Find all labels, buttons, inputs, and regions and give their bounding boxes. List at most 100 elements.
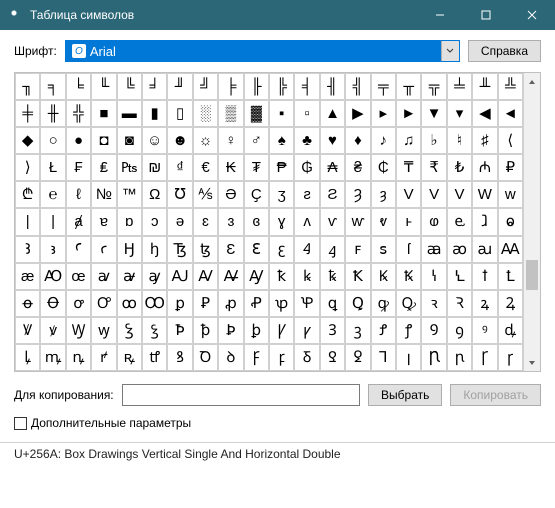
advanced-checkbox[interactable] [14, 417, 27, 430]
character-cell[interactable]: ◘ [91, 127, 116, 154]
character-cell[interactable]: ꜻ [117, 263, 142, 290]
font-select[interactable]: OArial [65, 40, 460, 62]
close-button[interactable] [509, 0, 555, 30]
character-cell[interactable]: ꝯ [447, 317, 472, 344]
character-cell[interactable]: Ꜫ [244, 236, 269, 263]
character-cell[interactable]: ⱹ [472, 208, 497, 235]
character-cell[interactable]: ꝏ [117, 290, 142, 317]
character-cell[interactable]: Ł [40, 154, 65, 181]
character-cell[interactable]: ▶ [345, 100, 370, 127]
character-cell[interactable]: ♫ [396, 127, 421, 154]
character-cell[interactable]: ꝺ [218, 344, 243, 371]
character-cell[interactable]: ꝁ [269, 263, 294, 290]
character-cell[interactable]: ꝫ [345, 317, 370, 344]
character-cell[interactable]: ꝑ [167, 290, 192, 317]
character-cell[interactable]: ₮ [244, 154, 269, 181]
character-cell[interactable]: ▲ [320, 100, 345, 127]
character-cell[interactable]: V [447, 181, 472, 208]
character-cell[interactable]: ╚ [117, 73, 142, 100]
character-cell[interactable]: ꝣ [142, 317, 167, 344]
character-cell[interactable]: ♭ [421, 127, 446, 154]
character-cell[interactable]: ꝉ [472, 263, 497, 290]
character-cell[interactable]: Ꜥ [66, 236, 91, 263]
character-cell[interactable]: ▾ [447, 100, 472, 127]
character-cell[interactable]: ꜥ [91, 236, 116, 263]
character-cell[interactable]: ⱴ [371, 208, 396, 235]
character-cell[interactable]: ₹ [421, 154, 446, 181]
scroll-down-icon[interactable] [524, 354, 540, 371]
character-cell[interactable]: ꜷ [472, 236, 497, 263]
character-cell[interactable]: | [40, 208, 65, 235]
character-cell[interactable]: ꝱ [498, 317, 523, 344]
character-cell[interactable]: ₣ [66, 154, 91, 181]
character-cell[interactable]: ꝟ [40, 317, 65, 344]
character-cell[interactable]: ░ [193, 100, 218, 127]
character-cell[interactable]: Ꝺ [193, 344, 218, 371]
character-cell[interactable]: ꝡ [91, 317, 116, 344]
character-cell[interactable]: Ꝕ [294, 290, 319, 317]
character-cell[interactable]: ꝵ [91, 344, 116, 371]
character-cell[interactable]: ₾ [15, 181, 40, 208]
character-cell[interactable]: ☻ [167, 127, 192, 154]
character-cell[interactable]: ɐ [91, 208, 116, 235]
character-cell[interactable]: ⱳ [345, 208, 370, 235]
character-cell[interactable]: ₫ [167, 154, 192, 181]
maximize-button[interactable] [463, 0, 509, 30]
help-button[interactable]: Справка [468, 40, 541, 62]
character-cell[interactable]: Ꝼ [244, 344, 269, 371]
character-cell[interactable]: ℧ [167, 181, 192, 208]
character-cell[interactable]: ☺ [142, 127, 167, 154]
character-cell[interactable]: ₸ [396, 154, 421, 181]
character-cell[interactable]: ♣ [294, 127, 319, 154]
character-cell[interactable]: ╖ [15, 73, 40, 100]
character-cell[interactable]: Ꝛ [447, 290, 472, 317]
character-cell[interactable]: Ꝭ [371, 317, 396, 344]
character-cell[interactable]: Ꝁ [345, 263, 370, 290]
character-cell[interactable]: ● [66, 127, 91, 154]
character-cell[interactable]: ꝭ [396, 317, 421, 344]
character-cell[interactable]: Ꜳ [498, 236, 523, 263]
character-cell[interactable]: ♦ [345, 127, 370, 154]
character-cell[interactable]: ɞ [244, 208, 269, 235]
scrollbar[interactable] [523, 73, 540, 371]
character-cell[interactable]: œ [66, 263, 91, 290]
character-cell[interactable]: ꜽ [142, 263, 167, 290]
character-cell[interactable]: w [498, 181, 523, 208]
character-cell[interactable]: ╧ [447, 73, 472, 100]
character-cell[interactable]: ꝕ [269, 290, 294, 317]
character-cell[interactable]: Ω [142, 181, 167, 208]
character-cell[interactable]: Ꝝ [498, 290, 523, 317]
scroll-track[interactable] [524, 90, 540, 354]
character-cell[interactable]: ╩ [498, 73, 523, 100]
character-cell[interactable]: ɔ [142, 208, 167, 235]
character-cell[interactable]: ꜵ [447, 236, 472, 263]
character-cell[interactable]: ╘ [66, 73, 91, 100]
character-cell[interactable]: ☼ [193, 127, 218, 154]
character-cell[interactable]: ₽ [498, 154, 523, 181]
character-cell[interactable]: ℓ [66, 181, 91, 208]
character-cell[interactable]: ♀ [218, 127, 243, 154]
character-cell[interactable]: ♮ [447, 127, 472, 154]
character-cell[interactable]: Ꝅ [396, 263, 421, 290]
character-cell[interactable]: № [91, 181, 116, 208]
character-cell[interactable]: ⱱ [320, 208, 345, 235]
character-cell[interactable]: ⱸ [447, 208, 472, 235]
character-cell[interactable]: ꜧ [142, 236, 167, 263]
character-cell[interactable]: ₧ [117, 154, 142, 181]
character-cell[interactable]: ╤ [371, 73, 396, 100]
character-cell[interactable]: ꜳ [421, 236, 446, 263]
character-cell[interactable]: ⟨ [498, 127, 523, 154]
character-cell[interactable]: ╛ [142, 73, 167, 100]
character-cell[interactable]: ⱷ [421, 208, 446, 235]
character-cell[interactable]: ꝛ [421, 290, 446, 317]
character-cell[interactable]: | [15, 208, 40, 235]
character-cell[interactable]: ꝿ [345, 344, 370, 371]
character-cell[interactable]: ꝓ [218, 290, 243, 317]
character-cell[interactable]: Ɛ [218, 236, 243, 263]
character-cell[interactable]: Ꞃ [421, 344, 446, 371]
character-cell[interactable]: ♯ [472, 127, 497, 154]
character-cell[interactable]: Ꝙ [396, 290, 421, 317]
character-cell[interactable]: ₼ [472, 154, 497, 181]
character-cell[interactable]: ▓ [244, 100, 269, 127]
character-cell[interactable]: ꝗ [320, 290, 345, 317]
